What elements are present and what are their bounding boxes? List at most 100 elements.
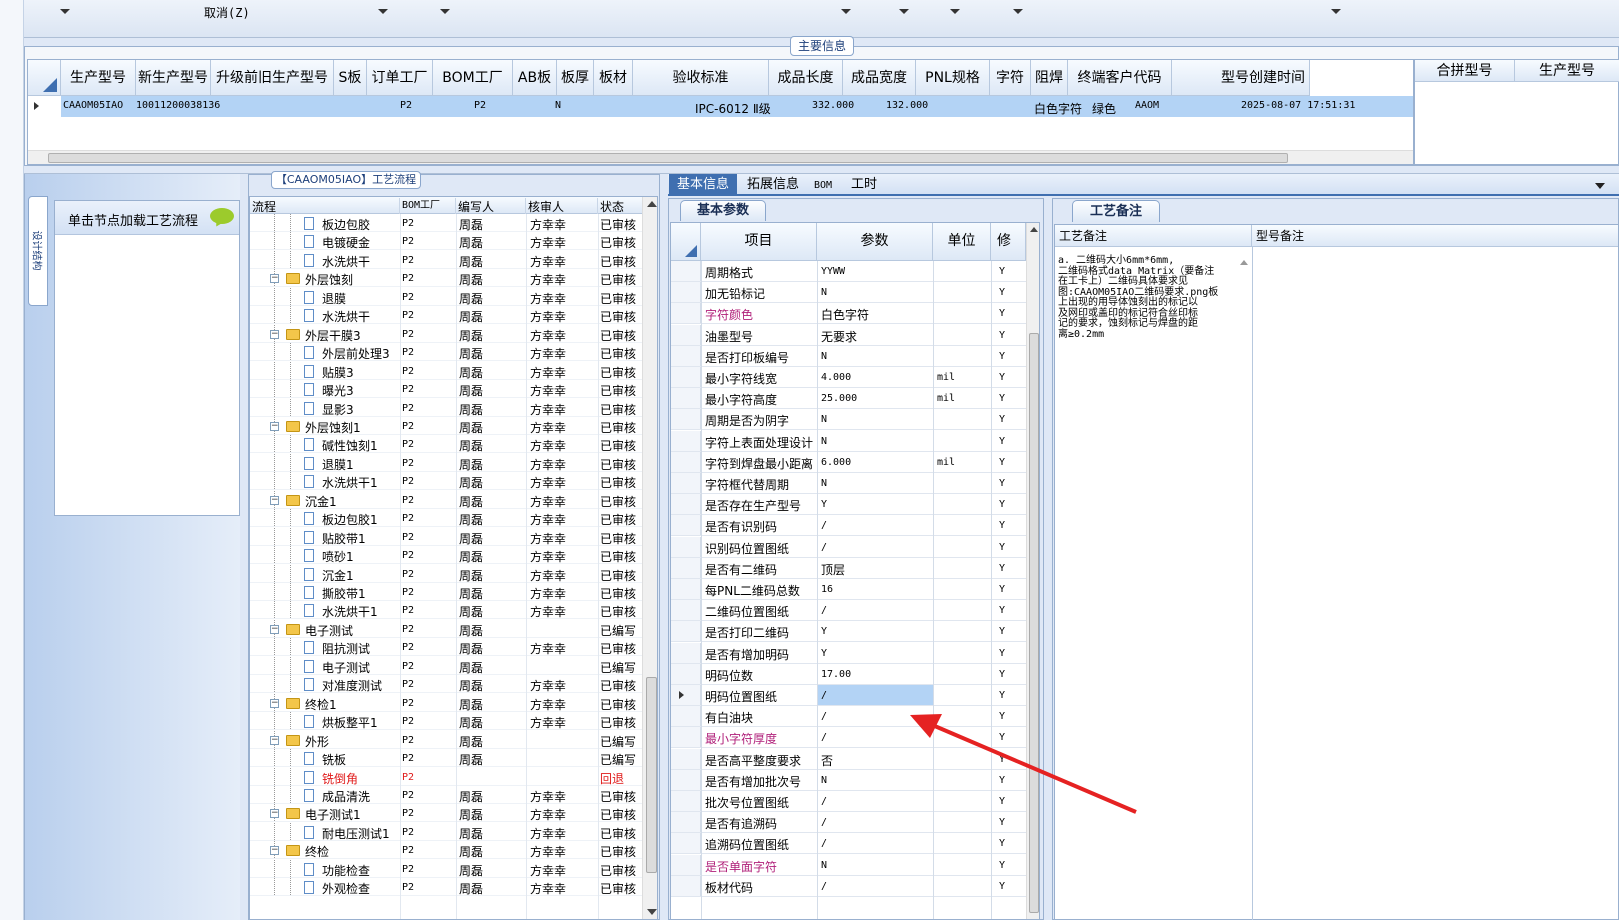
flow-tree-row[interactable]: 碱性蚀刻1 P2 周磊 方幸幸 已审核 <box>250 435 642 453</box>
param-value-cell[interactable]: Y <box>817 494 933 514</box>
tree-expand-icon[interactable]: − <box>270 274 279 283</box>
flow-tree-row[interactable]: − 外层蚀刻 P2 周磊 方幸幸 已审核 <box>250 269 642 287</box>
flow-tree-row[interactable]: 阻抗测试 P2 周磊 方幸幸 已审核 <box>250 638 642 656</box>
dropdown-arrow-icon[interactable] <box>841 9 851 14</box>
flow-tree-row[interactable]: − 电子测试 P2 周磊 已编写 <box>250 620 642 638</box>
subtab-process-remarks[interactable]: 工艺备注 <box>1072 200 1160 222</box>
param-row[interactable]: 板材代码 / Y <box>671 876 1026 897</box>
flow-tree-row[interactable]: 铣板 P2 周磊 已编写 <box>250 749 642 767</box>
main-info-col-header[interactable]: 终端客户代码 <box>1068 60 1172 96</box>
tree-expand-icon[interactable]: − <box>270 625 279 634</box>
scroll-up-icon[interactable] <box>1030 227 1038 232</box>
param-value-cell[interactable]: N <box>817 346 933 366</box>
param-value-cell[interactable]: 6.000 <box>817 452 933 472</box>
param-value-cell[interactable]: YYWW <box>817 261 933 281</box>
flow-tree-row[interactable]: 对准度测试 P2 周磊 方幸幸 已审核 <box>250 675 642 693</box>
dropdown-arrow-icon[interactable] <box>899 9 909 14</box>
flow-tree-row[interactable]: 电镀硬金 P2 周磊 方幸幸 已审核 <box>250 232 642 250</box>
flow-tree-row[interactable]: 水洗烘干1 P2 周磊 方幸幸 已审核 <box>250 472 642 490</box>
param-row[interactable]: 周期是否为阴字 N Y <box>671 409 1026 430</box>
param-value-cell[interactable]: / <box>817 876 933 896</box>
scroll-down-icon[interactable] <box>647 909 657 915</box>
flow-tree-row[interactable]: 板边包胶1 P2 周磊 方幸幸 已审核 <box>250 509 642 527</box>
main-info-col-header[interactable]: 验收标准 <box>633 60 769 96</box>
flow-tree-row[interactable]: 曝光3 P2 周磊 方幸幸 已审核 <box>250 380 642 398</box>
flow-tree-row[interactable]: − 外形 P2 周磊 已编写 <box>250 731 642 749</box>
params-col-header[interactable]: 项目 <box>701 223 817 261</box>
flow-col-header[interactable]: 状态 <box>600 198 648 214</box>
flow-tree-row[interactable]: 贴膜3 P2 周磊 方幸幸 已审核 <box>250 362 642 380</box>
param-value-cell[interactable]: 无要求 <box>817 325 933 345</box>
params-col-header[interactable]: 修 <box>991 223 1026 261</box>
main-info-col-header[interactable]: 型号创建时间 <box>1172 60 1310 96</box>
tree-expand-icon[interactable]: − <box>270 330 279 339</box>
flow-tree-row[interactable]: 水洗烘干1 P2 周磊 方幸幸 已审核 <box>250 601 642 619</box>
main-info-col-header[interactable]: 成品长度 <box>769 60 843 96</box>
param-value-cell[interactable]: N <box>817 409 933 429</box>
scrollbar-thumb[interactable] <box>1029 333 1039 913</box>
tree-expand-icon[interactable]: − <box>270 422 279 431</box>
dropdown-arrow-icon[interactable] <box>1331 9 1341 14</box>
horizontal-scrollbar[interactable] <box>28 150 1413 164</box>
param-row[interactable]: 最小字符线宽 4.000 mil Y <box>671 367 1026 388</box>
tree-expand-icon[interactable]: − <box>270 809 279 818</box>
param-row[interactable]: 追溯码位置图纸 / Y <box>671 833 1026 854</box>
param-row[interactable]: 字符框代替周期 N Y <box>671 473 1026 494</box>
param-value-cell[interactable]: / <box>817 685 933 705</box>
param-row[interactable]: 字符上表面处理设计 N Y <box>671 431 1026 452</box>
param-value-cell[interactable]: 白色字符 <box>817 303 933 323</box>
subtab-basic-params[interactable]: 基本参数 <box>680 200 766 221</box>
param-row[interactable]: 是否打印二维码 Y Y <box>671 621 1026 642</box>
param-value-cell[interactable]: 17.00 <box>817 664 933 684</box>
param-row[interactable]: 是否存在生产型号 Y Y <box>671 494 1026 515</box>
main-info-col-header[interactable]: AB板 <box>513 60 557 96</box>
param-row[interactable]: 油墨型号 无要求 Y <box>671 325 1026 346</box>
flow-tree-row[interactable]: 耐电压测试1 P2 周磊 方幸幸 已审核 <box>250 823 642 841</box>
param-value-cell[interactable]: Y <box>817 621 933 641</box>
flow-tree-row[interactable]: 外观检查 P2 周磊 方幸幸 已审核 <box>250 878 642 896</box>
tab-basic-info[interactable]: 基本信息 <box>669 174 737 196</box>
col-header-prod-model[interactable]: 生产型号 <box>1515 60 1619 82</box>
flow-tree-row[interactable]: − 外层干膜3 P2 周磊 方幸幸 已审核 <box>250 325 642 343</box>
param-row[interactable]: 是否有二维码 顶层 Y <box>671 558 1026 579</box>
flow-col-header[interactable]: BOM工厂 <box>402 198 456 214</box>
flow-col-header[interactable]: 编写人 <box>458 198 526 214</box>
flow-tree-row[interactable]: 外层前处理3 P2 周磊 方幸幸 已审核 <box>250 343 642 361</box>
param-value-cell[interactable]: N <box>817 282 933 302</box>
param-row[interactable]: 最小字符高度 25.000 mil Y <box>671 388 1026 409</box>
flow-tree-row[interactable]: 电子测试 P2 周磊 已编写 <box>250 657 642 675</box>
flow-tree-row[interactable]: 贴胶带1 P2 周磊 方幸幸 已审核 <box>250 528 642 546</box>
param-value-cell[interactable]: / <box>817 537 933 557</box>
param-value-cell[interactable]: N <box>817 431 933 451</box>
flow-tree-row[interactable]: 功能检查 P2 周磊 方幸幸 已审核 <box>250 860 642 878</box>
main-info-col-header[interactable]: BOM工厂 <box>433 60 513 96</box>
tree-expand-icon[interactable]: − <box>270 846 279 855</box>
param-row[interactable]: 字符颜色 白色字符 Y <box>671 303 1026 324</box>
dropdown-arrow-icon[interactable] <box>950 9 960 14</box>
scrollbar-thumb[interactable] <box>646 677 657 873</box>
main-info-col-header[interactable]: 订单工厂 <box>367 60 433 96</box>
param-value-cell[interactable]: N <box>817 855 933 875</box>
flow-tree-row[interactable]: 烘板整平1 P2 周磊 方幸幸 已审核 <box>250 712 642 730</box>
flow-tree-row[interactable]: 退膜 P2 周磊 方幸幸 已审核 <box>250 288 642 306</box>
main-info-col-header[interactable]: 阻焊 <box>1031 60 1068 96</box>
flow-tree-row[interactable]: 水洗烘干 P2 周磊 方幸幸 已审核 <box>250 251 642 269</box>
param-value-cell[interactable]: 25.000 <box>817 388 933 408</box>
flow-col-header[interactable]: 流程 <box>252 198 400 214</box>
param-row[interactable]: 明码位置图纸 / Y <box>671 685 1026 706</box>
flow-vertical-scrollbar[interactable] <box>642 197 657 919</box>
col-header-merge-model[interactable]: 合拼型号 <box>1415 60 1515 82</box>
splitter-handle-mid[interactable] <box>660 174 668 920</box>
flow-tree-row[interactable]: − 沉金1 P2 周磊 方幸幸 已审核 <box>250 491 642 509</box>
param-row[interactable]: 是否有识别码 / Y <box>671 515 1026 536</box>
param-row[interactable]: 明码位数 17.00 Y <box>671 664 1026 685</box>
flow-tree-row[interactable]: 喷砂1 P2 周磊 方幸幸 已审核 <box>250 546 642 564</box>
param-row[interactable]: 是否有增加明码 Y Y <box>671 643 1026 664</box>
tab-bom[interactable]: BOM <box>808 176 838 198</box>
flow-tree-row[interactable]: 退膜1 P2 周磊 方幸幸 已审核 <box>250 454 642 472</box>
tree-expand-icon[interactable]: − <box>270 699 279 708</box>
params-col-header[interactable]: 参数 <box>817 223 933 261</box>
remarks-scroll-up-icon[interactable] <box>1240 260 1248 265</box>
main-info-col-header[interactable]: 字符 <box>990 60 1031 96</box>
param-row[interactable]: 字符到焊盘最小距离 6.000 mil Y <box>671 452 1026 473</box>
